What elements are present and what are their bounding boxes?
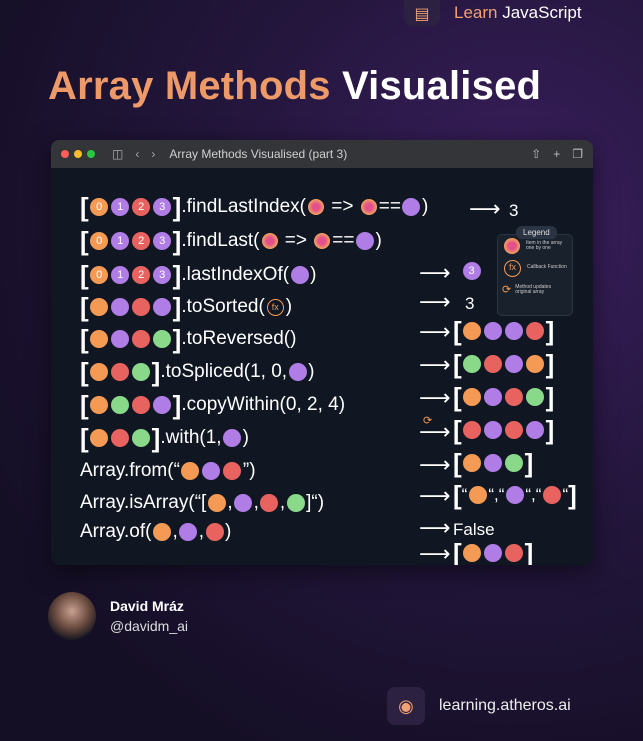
maximize-dot[interactable]: [87, 150, 95, 158]
sidebar-icon[interactable]: ◫: [112, 147, 123, 161]
window-titlebar: ◫ ‹ › Array Methods Visualised (part 3) …: [51, 140, 593, 168]
author-name: David Mráz: [110, 598, 184, 614]
result-with: []: [453, 448, 534, 478]
window-title: Array Methods Visualised (part 3): [169, 147, 348, 161]
brand: ▤ Learn JavaScript: [404, 0, 582, 26]
line-array-from: Array.from(“”): [80, 460, 256, 481]
legend: Legend Item in the array one by one fx Ca…: [497, 226, 573, 316]
result-array-of: []: [453, 538, 534, 565]
page-title: Array Methods Visualised: [48, 64, 542, 108]
legend-item: ⟳ Method updates original array: [502, 283, 552, 296]
globe-icon: ◉: [387, 687, 425, 725]
avatar: [48, 592, 96, 640]
result-tospliced: []: [453, 382, 555, 412]
new-tab-icon[interactable]: +: [553, 147, 560, 161]
line-tospliced: [] .toSpliced(1, 0,): [80, 357, 315, 387]
footer: ◉ learning.atheros.ai: [387, 687, 571, 725]
close-dot[interactable]: [61, 150, 69, 158]
minimize-dot[interactable]: [74, 150, 82, 158]
line-array-isarray: Array.isArray(“[,,,]“): [80, 492, 325, 513]
line-findlastindex: [0 1 2 3] .findLastIndex( => ==): [80, 192, 429, 222]
author-handle[interactable]: @davidm_ai: [110, 618, 188, 634]
line-with: [] .with(1,): [80, 423, 249, 453]
result-findlastindex: 3: [509, 201, 519, 220]
tabs-icon[interactable]: ❐: [572, 147, 583, 161]
legend-title: Legend: [516, 226, 557, 239]
brand-text: Learn JavaScript: [454, 3, 582, 22]
result-findlast: 3: [461, 262, 482, 280]
line-array-of: Array.of(,,): [80, 521, 232, 542]
result-toreversed: []: [453, 349, 555, 379]
line-findlast: [0 1 2 3] .findLast( => ==): [80, 226, 382, 256]
line-lastindexof: [0 1 2 3] .lastIndexOf(): [80, 260, 317, 290]
line-toreversed: [] .toReversed(): [80, 324, 297, 354]
result-array-isarray: False: [453, 520, 495, 539]
footer-url[interactable]: learning.atheros.ai: [439, 697, 571, 715]
result-lastindexof: 3: [465, 294, 475, 313]
share-icon[interactable]: ⇧: [531, 147, 541, 161]
diagram-content: [0 1 2 3] .findLastIndex( => ==) ⟶ 3 [0 1 2 3]…: [80, 192, 577, 565]
author: David Mráz @davidm_ai: [48, 592, 188, 640]
result-tosorted: []: [453, 316, 555, 346]
code-window: ◫ ‹ › Array Methods Visualised (part 3) …: [51, 140, 593, 565]
legend-item: fx Callback Function: [502, 257, 568, 279]
line-copywithin: [] .copyWithin(0, 2, 4): [80, 390, 346, 420]
book-icon: ▤: [404, 0, 440, 26]
line-tosorted: [] .toSorted(fx): [80, 292, 293, 322]
result-array-from: [““,“ “,“ “]: [453, 480, 577, 510]
back-icon[interactable]: ‹: [135, 147, 139, 161]
forward-icon[interactable]: ›: [151, 147, 155, 161]
result-copywithin: []: [453, 415, 555, 445]
